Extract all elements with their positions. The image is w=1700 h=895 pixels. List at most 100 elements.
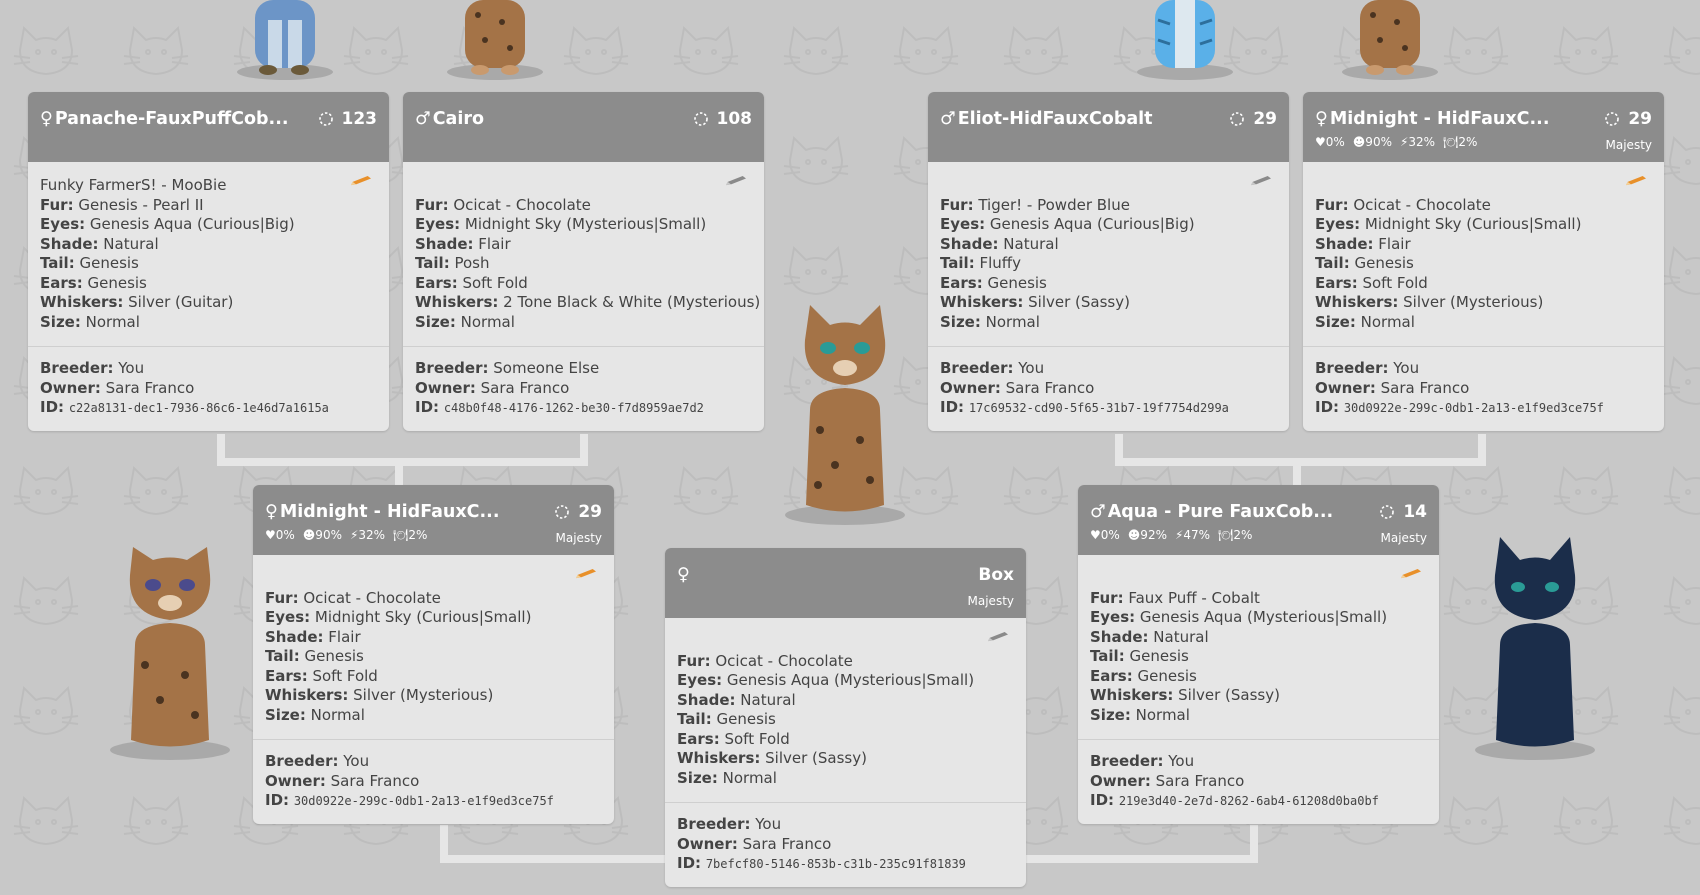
cat-name[interactable]: Aqua - Pure FauxCob... xyxy=(1108,502,1333,522)
pencil-active-icon[interactable] xyxy=(1622,176,1650,186)
cat-name-link[interactable]: ♀ xyxy=(677,565,692,585)
card-header: ♀ Midnight - HidFauxC... 29 ♥0% ☻90% ⚡32%… xyxy=(253,485,614,555)
cat-card-panache[interactable]: ♀ Panache-FauxPuffCob... 123 Funky Farmer… xyxy=(28,92,389,431)
trait-size: Size: Normal xyxy=(677,768,777,787)
trait-tail: Tail: Genesis xyxy=(1315,254,1414,272)
cat-image-blue-tiger xyxy=(1137,0,1233,80)
generation-number: 29 xyxy=(578,502,602,522)
cat-name[interactable]: Eliot-HidFauxCobalt xyxy=(958,109,1153,129)
trait-shade: Shade: Flair xyxy=(265,627,361,646)
trait-whiskers: Whiskers: Silver (Sassy) xyxy=(677,749,867,767)
generation: 29 xyxy=(1604,109,1652,129)
card-ownership: Breeder: You Owner: Sara Franco ID: 30d0… xyxy=(1303,346,1664,431)
trait-eyes: Eyes: Genesis Aqua (Curious|Big) xyxy=(40,215,295,233)
trait-eyes: Eyes: Genesis Aqua (Curious|Big) xyxy=(940,215,1195,233)
pencil-inactive-icon[interactable] xyxy=(722,176,750,186)
cat-image-spotted xyxy=(447,0,543,80)
cat-title: Majesty xyxy=(1605,138,1652,152)
pencil-inactive-icon[interactable] xyxy=(984,632,1012,642)
energy-stat: ⚡47% xyxy=(1174,528,1211,542)
pencil-inactive-icon[interactable] xyxy=(1247,176,1275,186)
hunger-stat: 🍽2% xyxy=(1218,528,1253,542)
trait-shade: Shade: Natural xyxy=(1090,627,1209,646)
breeder: Breeder: You xyxy=(1315,359,1420,377)
card-traits: Fur: Tiger! - Powder Blue Eyes: Genesis … xyxy=(928,162,1289,346)
love-stat: ♥0% xyxy=(265,528,295,542)
generation-number: 108 xyxy=(716,109,753,129)
cat-name[interactable]: Panache-FauxPuffCob... xyxy=(55,109,289,129)
cat-name[interactable]: Cairo xyxy=(433,109,484,129)
cat-stats: ♥0% ☻90% ⚡32% 🍽2% xyxy=(265,528,427,542)
trait-fur: Fur: Ocicat - Chocolate xyxy=(415,195,591,214)
generation-number: 29 xyxy=(1628,109,1652,129)
generation-icon xyxy=(555,505,570,519)
trait-whiskers: Whiskers: Silver (Mysterious) xyxy=(1315,293,1544,311)
owner: Owner: Sara Franco xyxy=(1090,771,1245,790)
cat-title: Majesty xyxy=(1380,531,1427,545)
trait-ears: Ears: Genesis xyxy=(40,273,147,292)
cat-subtitle: Funky FarmerS! - MooBie xyxy=(40,176,227,194)
happiness-stat: ☻92% xyxy=(1127,528,1167,542)
trait-tail: Tail: Genesis xyxy=(1090,647,1189,665)
cat-id: ID: 219e3d40-2e7d-8262-6ab4-61208d0ba0bf xyxy=(1090,791,1379,809)
cat-name-link[interactable]: ♂ Cairo xyxy=(415,109,484,129)
cat-name[interactable]: Midnight - HidFauxC... xyxy=(280,502,500,522)
cat-id: ID: 30d0922e-299c-0db1-2a13-e1f9ed3ce75f xyxy=(1315,398,1604,416)
female-icon: ♀ xyxy=(265,502,278,522)
trait-size: Size: Normal xyxy=(40,312,140,331)
generation-icon xyxy=(1605,112,1620,126)
trait-ears: Ears: Soft Fold xyxy=(677,729,790,748)
trait-ears: Ears: Genesis xyxy=(1090,666,1197,685)
cat-card-aqua[interactable]: ♂ Aqua - Pure FauxCob... 14 ♥0% ☻92% ⚡47%… xyxy=(1078,485,1439,824)
hunger-stat: 🍽2% xyxy=(1443,135,1478,149)
breeder: Breeder: Someone Else xyxy=(415,359,600,377)
pencil-active-icon[interactable] xyxy=(572,569,600,579)
male-icon: ♂ xyxy=(1090,502,1106,522)
trait-tail: Tail: Genesis xyxy=(677,710,776,728)
trait-fur: Fur: Genesis - Pearl II xyxy=(40,195,204,214)
cat-name-link[interactable]: ♂ Aqua - Pure FauxCob... xyxy=(1090,502,1333,522)
pencil-active-icon[interactable] xyxy=(1397,569,1425,579)
cat-card-cairo[interactable]: ♂ Cairo 108 Fur: Ocicat - Chocolate Eyes:… xyxy=(403,92,764,431)
trait-eyes: Eyes: Genesis Aqua (Mysterious|Small) xyxy=(1090,608,1388,626)
cat-card-eliot[interactable]: ♂ Eliot-HidFauxCobalt 29 Fur: Tiger! - Po… xyxy=(928,92,1289,431)
love-stat: ♥0% xyxy=(1090,528,1120,542)
pencil-active-icon[interactable] xyxy=(347,176,375,186)
trait-size: Size: Normal xyxy=(415,312,515,331)
owner: Owner: Sara Franco xyxy=(940,378,1095,397)
cat-id: ID: 17c69532-cd90-5f65-31b7-19f7754d299a xyxy=(940,398,1229,416)
male-icon: ♂ xyxy=(940,109,956,129)
cat-image-spotted xyxy=(1342,0,1438,80)
trait-tail: Tail: Genesis xyxy=(40,254,139,272)
trait-whiskers: Whiskers: 2 Tone Black & White (Mysterio… xyxy=(415,293,761,311)
cat-card-current[interactable]: ♀ Box Majesty Fur: Ocicat - Chocolate Ey… xyxy=(665,548,1026,887)
energy-stat: ⚡32% xyxy=(1399,135,1436,149)
male-icon: ♂ xyxy=(415,109,431,129)
owner: Owner: Sara Franco xyxy=(1315,378,1470,397)
owner: Owner: Sara Franco xyxy=(40,378,195,397)
cat-card-midnight[interactable]: ♀ Midnight - HidFauxC... 29 ♥0% ☻90% ⚡32%… xyxy=(1303,92,1664,431)
tree-connector xyxy=(1293,458,1301,488)
cat-name-link[interactable]: ♀ Midnight - HidFauxC... xyxy=(265,502,499,522)
trait-whiskers: Whiskers: Silver (Mysterious) xyxy=(265,686,494,704)
cat-name-link[interactable]: ♀ Midnight - HidFauxC... xyxy=(1315,109,1549,129)
cat-name[interactable]: Midnight - HidFauxC... xyxy=(1330,109,1550,129)
box-name: Box xyxy=(978,565,1014,585)
female-icon: ♀ xyxy=(1315,109,1328,129)
cat-stats: ♥0% ☻90% ⚡32% 🍽2% xyxy=(1315,135,1477,149)
trait-fur: Fur: Ocicat - Chocolate xyxy=(1315,195,1491,214)
cat-name-link[interactable]: ♂ Eliot-HidFauxCobalt xyxy=(940,109,1153,129)
card-header: ♀ Box Majesty xyxy=(665,548,1026,618)
cat-card-midnight-parent[interactable]: ♀ Midnight - HidFauxC... 29 ♥0% ☻90% ⚡32%… xyxy=(253,485,614,824)
card-header: ♂ Aqua - Pure FauxCob... 14 ♥0% ☻92% ⚡47%… xyxy=(1078,485,1439,555)
cat-title: Majesty xyxy=(555,531,602,545)
generation-icon xyxy=(318,112,333,126)
card-ownership: Breeder: You Owner: Sara Franco ID: 30d0… xyxy=(253,739,614,824)
cat-name-link[interactable]: ♀ Panache-FauxPuffCob... xyxy=(40,109,289,129)
generation-icon xyxy=(693,112,708,126)
